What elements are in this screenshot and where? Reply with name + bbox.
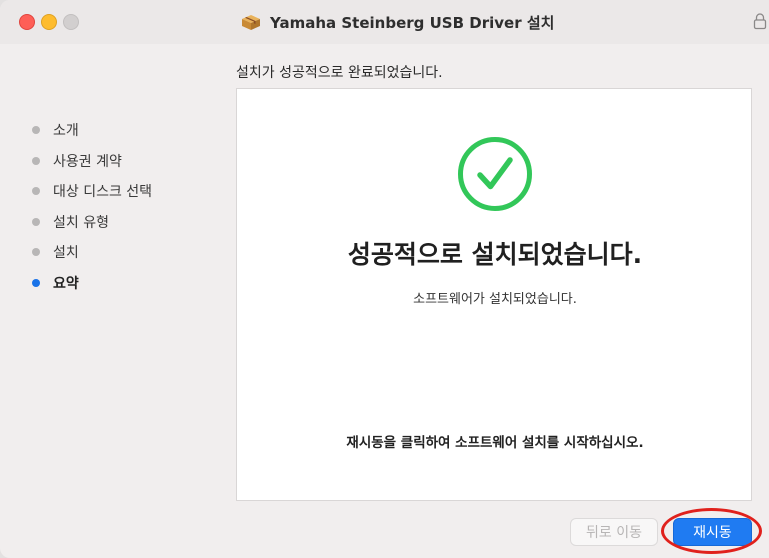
success-subtitle: 소프트웨어가 설치되었습니다. xyxy=(413,292,577,307)
annotation-circle xyxy=(661,508,762,554)
restart-instruction: 재시동을 클릭하여 소프트웨어 설치를 시작하십시오. xyxy=(346,435,644,451)
step-indicator xyxy=(32,217,40,226)
step-installation: 설치 xyxy=(32,237,152,268)
installer-window: Yamaha Steinberg USB Driver 설치 설치가 성공적으로… xyxy=(0,0,769,558)
step-label: 설치 유형 xyxy=(53,214,109,231)
step-license: 사용권 계약 xyxy=(32,146,152,177)
content-panel: 성공적으로 설치되었습니다. 소프트웨어가 설치되었습니다. 재시동을 클릭하여… xyxy=(236,88,752,501)
step-list: 소개 사용권 계약 대상 디스크 선택 설치 유형 설치 요약 xyxy=(32,115,152,298)
zoom-window-button[interactable] xyxy=(63,14,79,30)
step-indicator-active xyxy=(32,278,40,287)
step-label: 소개 xyxy=(53,123,79,140)
page-heading: 설치가 성공적으로 완료되었습니다. xyxy=(236,65,443,81)
package-icon xyxy=(242,15,260,30)
title-bar: Yamaha Steinberg USB Driver 설치 xyxy=(0,0,769,44)
step-intro: 소개 xyxy=(32,115,152,146)
step-indicator xyxy=(32,248,40,257)
go-back-button[interactable]: 뒤로 이동 xyxy=(570,518,658,546)
step-summary: 요약 xyxy=(32,268,152,299)
step-label: 요약 xyxy=(53,275,79,292)
success-title: 성공적으로 설치되었습니다. xyxy=(347,240,643,269)
step-label: 설치 xyxy=(53,245,79,262)
step-label: 대상 디스크 선택 xyxy=(53,184,153,201)
step-indicator xyxy=(32,126,40,135)
window-title: Yamaha Steinberg USB Driver 설치 xyxy=(270,13,555,32)
close-window-button[interactable] xyxy=(19,14,35,30)
minimize-window-button[interactable] xyxy=(41,14,57,30)
step-indicator xyxy=(32,156,40,165)
step-indicator xyxy=(32,187,40,196)
lock-icon xyxy=(753,13,767,30)
step-destination: 대상 디스크 선택 xyxy=(32,176,152,207)
step-label: 사용권 계약 xyxy=(53,153,122,170)
window-title-group: Yamaha Steinberg USB Driver 설치 xyxy=(240,9,554,35)
step-install-type: 설치 유형 xyxy=(32,207,152,238)
checkmark-circle-icon xyxy=(458,137,532,211)
